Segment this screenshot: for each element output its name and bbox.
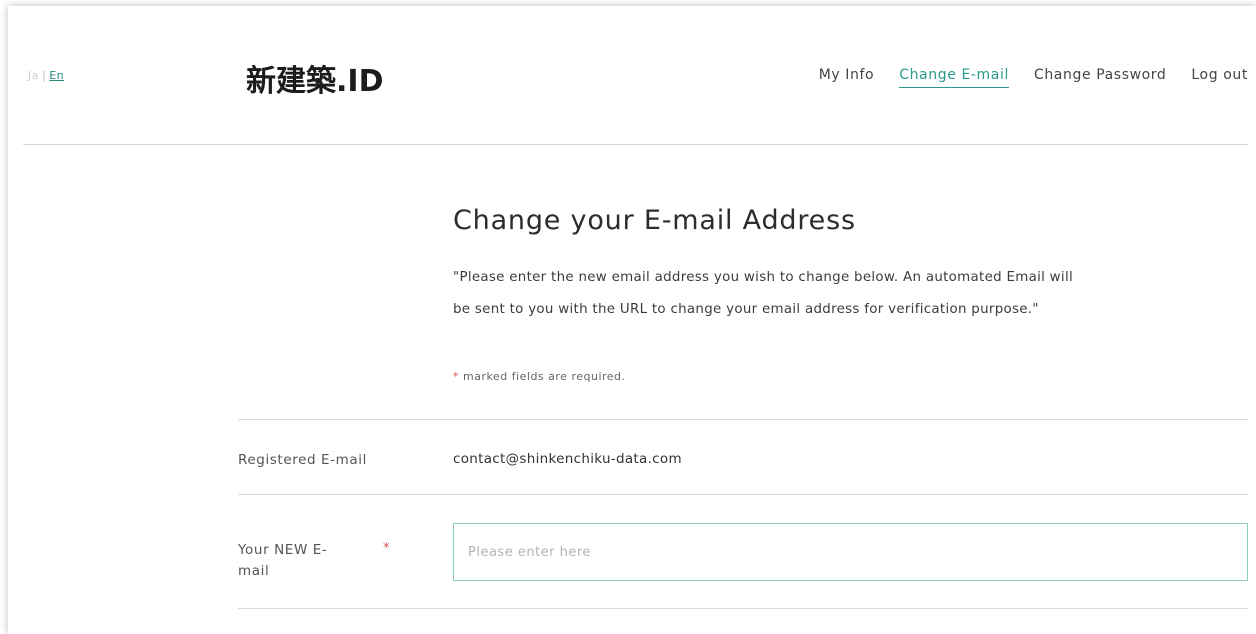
logo-dot: . — [336, 64, 348, 99]
registered-email-label: Registered E-mail — [238, 452, 367, 468]
nav-log-out[interactable]: Log out — [1191, 67, 1248, 88]
new-email-label-line-1: Your NEW E- — [238, 542, 328, 558]
lang-en-link[interactable]: En — [49, 69, 64, 82]
logo-id: ID — [347, 64, 384, 99]
description-line-1: "Please enter the new email address you … — [453, 270, 1073, 285]
new-email-required-mark: * — [383, 541, 390, 556]
description-line-2: be sent to you with the URL to change yo… — [453, 302, 1039, 317]
form-divider-middle — [238, 494, 1248, 495]
lang-ja-link[interactable]: Ja — [28, 69, 39, 82]
required-note-text: marked fields are required. — [459, 370, 626, 383]
logo-kanji: 新建築 — [246, 64, 336, 99]
form-divider-top — [238, 419, 1248, 420]
nav-my-info[interactable]: My Info — [819, 67, 875, 88]
page-title: Change your E-mail Address — [453, 205, 856, 236]
language-switcher: Ja | En — [28, 69, 64, 82]
main-nav: My Info Change E-mail Change Password Lo… — [819, 67, 1248, 88]
required-fields-note: * marked fields are required. — [453, 370, 626, 383]
registered-email-value: contact@shinkenchiku-data.com — [453, 451, 682, 467]
site-logo[interactable]: 新建築.ID — [246, 56, 383, 100]
header-divider — [23, 144, 1248, 145]
new-email-label: Your NEW E- mail — [238, 540, 327, 582]
new-email-label-line-2: mail — [238, 563, 270, 579]
form-divider-bottom — [238, 608, 1248, 609]
nav-change-email[interactable]: Change E-mail — [899, 67, 1009, 88]
nav-change-password[interactable]: Change Password — [1034, 67, 1166, 88]
new-email-input[interactable] — [453, 523, 1248, 581]
page-description: "Please enter the new email address you … — [453, 262, 1253, 326]
lang-separator: | — [42, 69, 47, 82]
